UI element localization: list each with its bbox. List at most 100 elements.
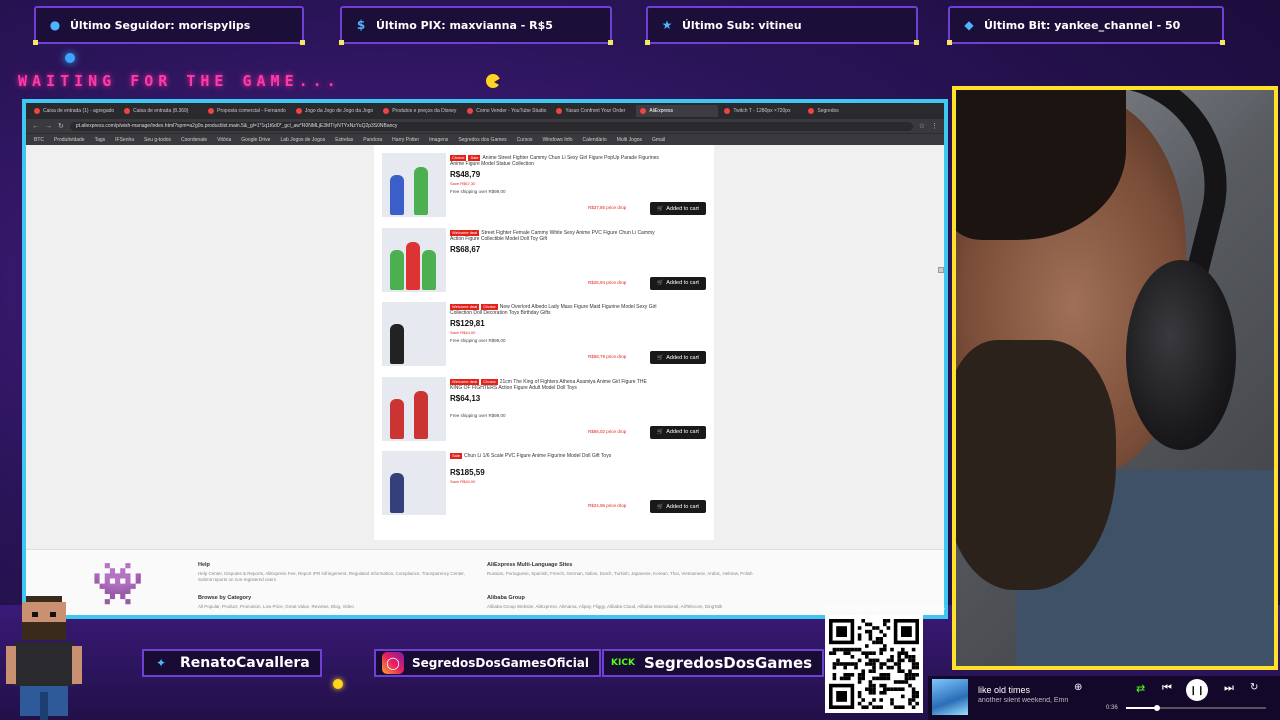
footer-help-text[interactable]: Help Center, Disputes & Reports, AliExpr… bbox=[198, 571, 468, 583]
page-footer: 👾 Help Help Center, Disputes & Reports, … bbox=[26, 549, 944, 615]
product-item[interactable]: Welcome deal Street Fighter Female Cammy … bbox=[382, 227, 708, 294]
qr-module bbox=[839, 662, 844, 666]
product-item[interactable]: Welcome deal Choice 21cm The King of Fight… bbox=[382, 376, 708, 443]
qr-module bbox=[883, 676, 887, 681]
browser-tab[interactable]: Caixa de entrada (8.369) bbox=[120, 105, 202, 117]
bookmark-item[interactable]: Cursos bbox=[517, 137, 533, 143]
browser-tab[interactable]: Produtos e preços da Disney bbox=[379, 105, 461, 117]
cam-beard bbox=[956, 340, 1116, 590]
bookmark-item[interactable]: BTC bbox=[34, 137, 44, 143]
corner-dot bbox=[645, 40, 650, 45]
shuffle-icon[interactable]: ⇄ bbox=[1136, 682, 1145, 695]
progress-knob[interactable] bbox=[1153, 705, 1160, 711]
bookmark-item[interactable]: Multi Jogos bbox=[617, 137, 642, 143]
qr-finder bbox=[836, 626, 847, 637]
forward-icon[interactable]: → bbox=[45, 123, 52, 130]
added-to-cart-button[interactable]: Added to cart bbox=[650, 425, 706, 439]
qr-module bbox=[883, 633, 887, 637]
bookmark-item[interactable]: Imagens bbox=[429, 137, 448, 143]
figure-shape bbox=[390, 175, 404, 215]
bookmark-item[interactable]: Calendário bbox=[583, 137, 607, 143]
product-title[interactable]: Choice Sale Anime Street Fighter Cammy Chu… bbox=[450, 155, 660, 168]
bookmark-item[interactable]: Coordenate bbox=[181, 137, 207, 143]
browser-tab[interactable]: Como Vender - YouTube Studio bbox=[463, 105, 550, 117]
browser-tab[interactable]: AliExpress bbox=[636, 105, 719, 117]
footer-multi-text[interactable]: Russian, Portuguese, Spanish, French, Ge… bbox=[487, 571, 787, 583]
product-thumbnail[interactable] bbox=[382, 451, 446, 515]
repeat-icon[interactable]: ↻ bbox=[1250, 682, 1258, 693]
footer-browse-text[interactable]: All Popular, Product, Promotion, Low Pri… bbox=[198, 604, 468, 615]
product-item[interactable]: Sale Chun Li 1/6 Scale PVC Figure Anime F… bbox=[382, 451, 708, 517]
browser-tab[interactable]: Caixa de entrada (1) - agregado bbox=[30, 105, 118, 117]
footer-group-text[interactable]: Alibaba Group Website, AliExpress, Alima… bbox=[487, 604, 787, 615]
qr-module bbox=[897, 665, 901, 670]
bookmark-item[interactable]: Produtividade bbox=[54, 137, 85, 143]
qr-module bbox=[872, 669, 876, 673]
qr-module bbox=[832, 665, 837, 670]
product-title[interactable]: Sale Chun Li 1/6 Scale PVC Figure Anime F… bbox=[450, 453, 660, 466]
added-to-cart-button[interactable]: Added to cart bbox=[650, 202, 706, 215]
product-thumbnail[interactable] bbox=[382, 376, 446, 441]
back-icon[interactable]: ← bbox=[32, 123, 39, 130]
product-thumbnail[interactable] bbox=[382, 302, 446, 366]
tab-favicon bbox=[208, 108, 215, 114]
bookmark-item[interactable]: Seu g-todos bbox=[144, 137, 171, 143]
bookmark-item[interactable]: Windows Info bbox=[543, 137, 573, 143]
qr-module bbox=[890, 701, 894, 706]
bookmark-item[interactable]: Tags bbox=[95, 137, 106, 143]
product-price: R$48,79 bbox=[450, 170, 481, 179]
bookmark-item[interactable]: Estrelas bbox=[335, 137, 353, 143]
space-invader-icon: 👾 bbox=[91, 560, 145, 607]
added-to-cart-button[interactable]: Added to cart bbox=[650, 276, 706, 290]
browser-tab[interactable]: Jogo da Jogo de Jogo da Jogo bbox=[292, 105, 377, 117]
browser-tab[interactable]: Twitch T - 1280px ×720px bbox=[720, 105, 802, 117]
reload-icon[interactable]: ↻ bbox=[58, 122, 64, 130]
qr-module bbox=[865, 644, 869, 648]
product-title[interactable]: Welcome deal Choice 21cm The King of Fight… bbox=[450, 378, 660, 392]
qr-module bbox=[879, 705, 883, 709]
browser-tab[interactable]: Proposta comercial - Fernando bbox=[204, 105, 290, 117]
aliexpress-page: Choice Sale Anime Street Fighter Cammy Chu… bbox=[26, 145, 944, 615]
added-to-cart-button[interactable]: Added to cart bbox=[650, 351, 706, 364]
qr-module bbox=[861, 676, 865, 681]
added-to-cart-button[interactable]: Added to cart bbox=[650, 500, 706, 513]
qr-module bbox=[861, 651, 865, 655]
scrollbar[interactable] bbox=[938, 267, 944, 273]
product-thumbnail[interactable] bbox=[382, 227, 446, 292]
bookmark-item[interactable]: Vitória bbox=[217, 137, 231, 143]
qr-module bbox=[857, 680, 862, 684]
progress-bar[interactable] bbox=[1126, 705, 1266, 711]
qr-module bbox=[908, 669, 912, 673]
product-title[interactable]: Welcome deal Choice New Overlord Albedo La… bbox=[450, 304, 660, 317]
qr-module bbox=[915, 673, 919, 677]
browser-tab[interactable]: Yasuo Confront Your Order bbox=[552, 105, 634, 117]
qr-module bbox=[886, 665, 891, 670]
browser-tab[interactable]: Segredos bbox=[804, 105, 886, 117]
bookmark-item[interactable]: Pandora bbox=[363, 137, 382, 143]
pause-button[interactable]: ❙❙ bbox=[1186, 679, 1208, 701]
figure-shape bbox=[390, 473, 404, 513]
qr-module bbox=[872, 658, 876, 663]
twitter-badge: ✦ RenatoCavallera bbox=[142, 649, 322, 677]
product-item[interactable]: Choice Sale Anime Street Fighter Cammy Chu… bbox=[382, 153, 708, 219]
url-field[interactable]: pt.aliexpress.com/p/wish-manage/index.ht… bbox=[69, 121, 913, 131]
bookmark-item[interactable]: Lab Jogos de Jogos bbox=[280, 137, 325, 143]
product-item[interactable]: Welcome deal Choice New Overlord Albedo La… bbox=[382, 302, 708, 368]
qr-module bbox=[897, 669, 901, 673]
product-thumbnail[interactable] bbox=[382, 153, 446, 217]
bookmark-item[interactable]: Gmail bbox=[652, 137, 665, 143]
previous-icon[interactable]: ⏮ bbox=[1162, 682, 1172, 695]
menu-icon[interactable]: ⋮ bbox=[931, 122, 938, 130]
bookmark-item[interactable]: Google Drive bbox=[241, 137, 270, 143]
bookmark-item[interactable]: IFSenha bbox=[115, 137, 134, 143]
star-icon[interactable]: ☆ bbox=[919, 122, 925, 130]
bookmark-item[interactable]: Segredos dos Games bbox=[458, 137, 506, 143]
qr-module bbox=[872, 691, 876, 695]
next-icon[interactable]: ⏭ bbox=[1224, 682, 1234, 695]
bookmark-item[interactable]: Harry Potter bbox=[392, 137, 419, 143]
qr-module bbox=[915, 662, 919, 666]
qr-module bbox=[879, 651, 883, 655]
qr-module bbox=[911, 676, 916, 681]
add-icon[interactable]: ⊕ bbox=[1074, 682, 1082, 693]
product-title[interactable]: Welcome deal Street Fighter Female Cammy … bbox=[450, 229, 660, 243]
